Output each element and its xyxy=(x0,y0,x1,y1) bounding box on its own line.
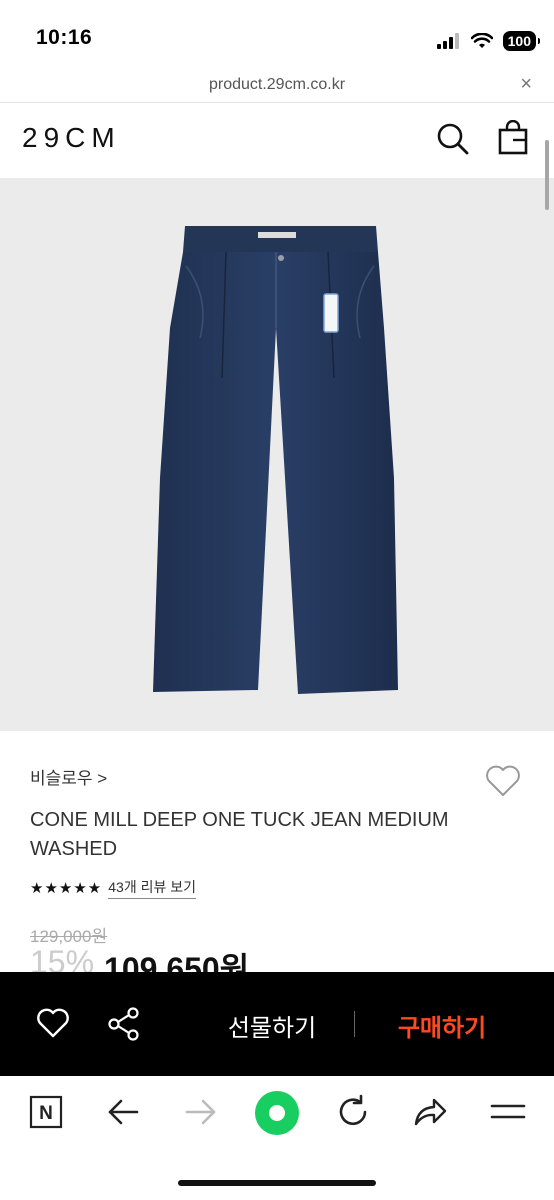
sale-price: 109,650원 xyxy=(104,951,250,972)
reload-icon[interactable] xyxy=(335,1094,371,1130)
divider xyxy=(354,1011,355,1037)
gift-button[interactable]: 선물하기 xyxy=(212,1008,332,1043)
review-link[interactable]: 43개 리뷰 보기 xyxy=(108,877,197,899)
svg-text:N: N xyxy=(39,1103,53,1124)
back-arrow-icon[interactable] xyxy=(105,1094,141,1130)
status-icons: 100 xyxy=(436,30,541,52)
forward-arrow-icon[interactable] xyxy=(183,1094,219,1130)
signal-icon xyxy=(436,33,459,49)
share-icon[interactable] xyxy=(106,1006,142,1042)
home-indicator[interactable] xyxy=(178,1180,376,1186)
buy-button[interactable]: 구매하기 xyxy=(380,1008,504,1043)
url-bar[interactable]: product.29cm.co.kr xyxy=(0,76,554,94)
product-title: CONE MILL DEEP ONE TUCK JEAN MEDIUM WASH… xyxy=(30,809,449,860)
heart-icon[interactable] xyxy=(484,762,522,798)
scrollbar[interactable] xyxy=(545,140,549,210)
rating: ★★★★★ 43개 리뷰 보기 xyxy=(30,877,197,899)
green-dot-icon[interactable] xyxy=(254,1090,300,1136)
search-icon[interactable] xyxy=(436,122,470,156)
shopping-bag-icon[interactable] xyxy=(496,120,530,156)
rating-stars: ★★★★★ xyxy=(30,880,103,897)
menu-icon[interactable] xyxy=(490,1094,526,1130)
divider xyxy=(0,102,554,103)
site-logo[interactable]: 29CM xyxy=(22,122,121,154)
discount-rate: 15% xyxy=(30,944,95,972)
brand-link[interactable]: 비슬로우 > xyxy=(30,764,107,789)
jeans-illustration xyxy=(153,226,398,694)
close-icon[interactable]: × xyxy=(520,73,532,96)
product-image[interactable] xyxy=(0,178,554,731)
sale-price-row: 15% 109,650원 xyxy=(30,944,249,972)
status-time: 10:16 xyxy=(36,26,93,49)
battery-icon: 100 xyxy=(502,31,541,51)
wifi-icon xyxy=(470,33,493,48)
naver-n-icon[interactable]: N xyxy=(28,1094,64,1130)
share-arrow-icon[interactable] xyxy=(412,1094,448,1130)
heart-icon[interactable] xyxy=(36,1006,70,1040)
